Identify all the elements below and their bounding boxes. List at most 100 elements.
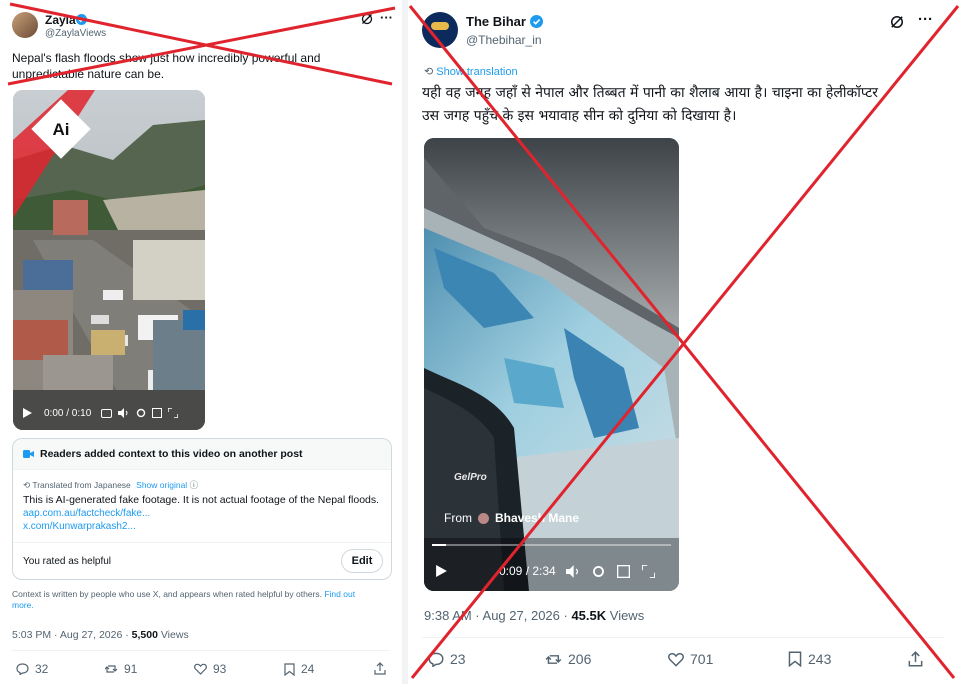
verified-icon <box>530 15 543 28</box>
video-source-attribution: From Bhavesh Mane <box>444 511 579 525</box>
author-name[interactable]: The Bihar <box>466 14 526 29</box>
translate-icon: ⟲ <box>23 480 33 490</box>
reply-button[interactable]: 32 <box>16 662 48 676</box>
share-icon <box>374 662 386 675</box>
video-progress-fill <box>432 544 446 546</box>
note-body: This is AI-generated fake footage. It is… <box>23 494 380 506</box>
video-controls: 0:00 / 0:10 <box>13 404 205 422</box>
from-label: From <box>444 511 472 525</box>
meta-divider <box>422 637 944 638</box>
info-icon[interactable]: ⓘ <box>190 480 199 490</box>
grok-icon[interactable] <box>890 15 904 29</box>
bookmark-count: 24 <box>301 662 315 676</box>
video-progress-track[interactable] <box>432 544 671 546</box>
show-translation-link[interactable]: ⟲ Show translation <box>424 65 518 78</box>
author-avatar[interactable] <box>422 12 458 48</box>
translation-line: ⟲ Translated from Japanese Show original… <box>23 479 198 491</box>
note-footnote: Context is written by people who use X, … <box>12 589 392 611</box>
views-count: 5,500 <box>131 629 158 641</box>
volume-icon[interactable] <box>565 564 580 578</box>
reply-button[interactable]: 23 <box>428 651 466 667</box>
from-name[interactable]: Bhavesh Mane <box>495 511 579 525</box>
reply-count: 23 <box>450 651 466 667</box>
volume-icon[interactable] <box>118 408 129 418</box>
like-button[interactable]: 701 <box>668 651 713 667</box>
like-count: 701 <box>690 651 714 667</box>
author-avatar[interactable] <box>12 12 38 38</box>
translated-from: Translated from Japanese <box>32 480 131 490</box>
bookmark-button[interactable]: 243 <box>788 651 831 667</box>
more-options-icon[interactable]: ··· <box>380 10 393 25</box>
settings-icon[interactable] <box>136 408 146 418</box>
more-options-icon[interactable]: ··· <box>918 11 933 28</box>
rated-helpful-text: You rated as helpful <box>23 556 112 567</box>
post-meta: 5:03 PM · Aug 27, 2026 · 5,500 Views <box>12 629 189 641</box>
heart-icon <box>194 663 207 675</box>
avatar-logo-mark <box>431 22 449 30</box>
post-text: यही वह जगह जहाँ से नेपाल और तिब्बत में प… <box>422 82 952 128</box>
post-text-line: उस जगह पहुँच के इस भयावाह सीन को दुनिया … <box>422 108 737 124</box>
verified-icon <box>76 14 87 25</box>
bookmark-count: 243 <box>808 651 832 667</box>
reply-count: 32 <box>35 662 49 676</box>
source-avatar <box>478 512 489 524</box>
note-divider <box>13 542 391 543</box>
repost-icon <box>546 654 562 664</box>
play-icon[interactable] <box>436 565 447 577</box>
fullscreen-icon[interactable] <box>641 564 655 578</box>
repost-count: 91 <box>124 662 138 676</box>
more-text[interactable]: more. <box>12 600 34 610</box>
show-translation-text[interactable]: Show translation <box>436 66 517 78</box>
edit-rating-button[interactable]: Edit <box>341 549 383 573</box>
captions-icon[interactable] <box>101 408 113 418</box>
author-handle: @Thebihar_in <box>466 33 542 47</box>
author-handle: @ZaylaViews <box>45 28 107 39</box>
post-text-line: unpredictable nature can be. <box>12 67 165 81</box>
fullscreen-icon[interactable] <box>168 408 179 418</box>
repost-count: 206 <box>568 651 592 667</box>
flood-video[interactable]: Ai 0:00 / 0:10 <box>13 90 205 430</box>
meta-divider <box>12 650 390 651</box>
post-timestamp[interactable]: 9:38 AM · Aug 27, 2026 · <box>424 608 571 623</box>
post-text-line: यही वह जगह जहाँ से नेपाल और तिब्बत में प… <box>422 85 879 101</box>
note-link-2[interactable]: x.com/Kunwarprakash2... <box>23 521 136 532</box>
note-link-1[interactable]: aap.com.au/factcheck/fake... <box>23 508 150 519</box>
glacier-video[interactable]: GelPro From Bhavesh Mane 0:09 / 2:34 <box>424 138 679 591</box>
views-count: 45.5K <box>571 608 607 623</box>
post-meta: 9:38 AM · Aug 27, 2026 · 45.5K Views <box>424 608 644 623</box>
repost-icon <box>105 665 118 673</box>
video-time: 0:09 / 2:34 <box>499 564 556 578</box>
find-out-text[interactable]: Find out <box>324 589 355 599</box>
note-header-text: Readers added context to this video on a… <box>40 448 303 460</box>
readers-context-icon <box>23 450 34 458</box>
post-text-line: Nepal's flash floods show just how incre… <box>12 51 321 65</box>
video-controls: 0:09 / 2:34 <box>424 562 679 580</box>
pip-icon[interactable] <box>152 408 163 418</box>
repost-button[interactable]: 91 <box>105 662 137 676</box>
settings-icon[interactable] <box>592 565 605 578</box>
show-original-link[interactable]: Show original <box>136 480 187 490</box>
share-icon <box>908 651 923 667</box>
post-text: Nepal's flash floods show just how incre… <box>12 50 320 82</box>
grok-icon[interactable] <box>361 13 373 25</box>
like-count: 93 <box>213 662 227 676</box>
post-timestamp[interactable]: 5:03 PM · Aug 27, 2026 · <box>12 629 132 641</box>
boat-brand-text: GelPro <box>454 472 487 483</box>
bookmark-icon <box>284 662 295 676</box>
footnote-text: Context is written by people who use X, … <box>12 589 322 599</box>
share-button[interactable] <box>374 662 386 675</box>
left-post-panel: Zayla @ZaylaViews ··· Nepal's flash floo… <box>0 0 402 684</box>
translate-icon: ⟲ <box>424 66 434 78</box>
pip-icon[interactable] <box>616 564 630 578</box>
video-frame-street-scene <box>13 90 205 430</box>
views-label: Views <box>157 629 189 641</box>
bookmark-button[interactable]: 24 <box>284 662 314 676</box>
heart-icon <box>668 652 684 667</box>
repost-button[interactable]: 206 <box>546 651 591 667</box>
share-button[interactable] <box>908 651 923 667</box>
like-button[interactable]: 93 <box>194 662 226 676</box>
play-icon[interactable] <box>23 408 32 418</box>
author-name[interactable]: Zayla <box>45 13 76 27</box>
views-label: Views <box>606 608 645 623</box>
ai-badge-label: Ai <box>52 120 70 139</box>
